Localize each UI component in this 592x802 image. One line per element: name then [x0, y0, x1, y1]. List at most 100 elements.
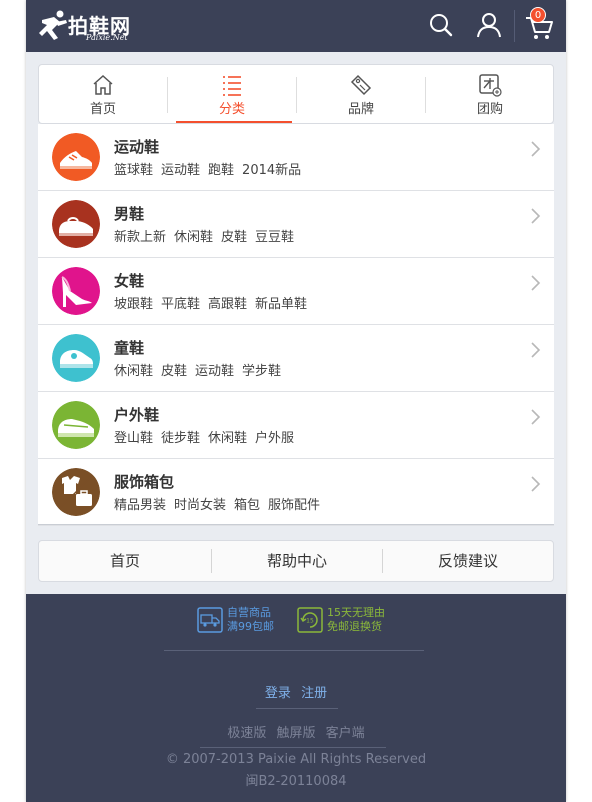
subcategory-link[interactable]: 登山鞋 — [114, 431, 153, 446]
header-divider — [514, 10, 515, 42]
footer-divider — [200, 747, 386, 748]
tab-brand[interactable]: 品牌 — [297, 65, 425, 123]
tab-category-label: 分类 — [218, 102, 245, 117]
list-icon — [223, 76, 241, 96]
subcategory-link[interactable]: 皮鞋 — [161, 364, 187, 379]
app-frame: 拍鞋网 Paixie.Net 0 首页 分类 品牌 团购 运动鞋 篮球鞋 运动鞋… — [26, 0, 566, 802]
category-subs: 新款上新 休闲鞋 皮鞋 豆豆鞋 — [114, 226, 302, 245]
chevron-right-icon — [531, 275, 541, 291]
subcategory-link[interactable]: 休闲鞋 — [208, 431, 247, 446]
bottom-nav: 首页 帮助中心 反馈建议 — [38, 540, 554, 582]
category-name: 服饰箱包 — [114, 473, 175, 491]
logo-subtext: Paixie.Net — [86, 33, 128, 42]
category-subs: 精品男装 时尚女装 箱包 服饰配件 — [114, 494, 328, 513]
version-link-touch[interactable]: 触屏版 — [276, 726, 315, 741]
promo-free-return-text: 15天无理由 免邮退换货 — [327, 606, 385, 634]
version-link-fast[interactable]: 极速版 — [227, 726, 266, 741]
promo-line: 15天无理由 — [327, 606, 385, 619]
user-icon[interactable] — [474, 10, 504, 40]
footer-divider — [256, 708, 338, 709]
runner-logo-icon — [39, 10, 67, 40]
promo-free-shipping-text: 自营商品 满99包邮 — [227, 606, 274, 634]
tab-group-buy-label: 团购 — [476, 102, 503, 117]
subcategory-link[interactable]: 新品单鞋 — [255, 297, 307, 312]
category-item-outdoor[interactable]: 户外鞋 登山鞋 徒步鞋 休闲鞋 户外服 — [38, 392, 554, 459]
subcategory-link[interactable]: 皮鞋 — [221, 230, 247, 245]
tab-home[interactable]: 首页 — [39, 65, 167, 123]
version-link-app[interactable]: 客户端 — [326, 726, 365, 741]
bottom-link-help[interactable]: 帮助中心 — [211, 541, 383, 581]
chevron-right-icon — [531, 342, 541, 358]
top-header: 拍鞋网 Paixie.Net 0 — [26, 0, 566, 52]
subcategory-link[interactable]: 徒步鞋 — [161, 431, 200, 446]
category-item-sports[interactable]: 运动鞋 篮球鞋 运动鞋 跑鞋 2014新品 — [38, 124, 554, 191]
tab-home-label: 首页 — [89, 102, 116, 117]
subcategory-link[interactable]: 跑鞋 — [208, 163, 234, 178]
category-list: 运动鞋 篮球鞋运动鞋跑鞋2014新品 男鞋 新款上新休闲鞋皮鞋豆豆鞋 — [38, 124, 554, 526]
category-nav: 首页 分类 品牌 团购 — [38, 64, 554, 124]
subcategory-link[interactable]: 运动鞋 — [195, 364, 234, 379]
subcategory-link[interactable]: 篮球鞋 — [114, 163, 153, 178]
tab-brand-label: 品牌 — [347, 102, 374, 117]
subcategory-link[interactable]: 2014新品 — [242, 163, 301, 178]
subcategory-link[interactable]: 新款上新 — [114, 230, 166, 245]
logo[interactable]: 拍鞋网 Paixie.Net — [38, 8, 148, 44]
category-name: 女鞋 — [114, 272, 145, 290]
category-subs: 坡跟鞋 平底鞋 高跟鞋 新品单鞋 — [114, 293, 315, 312]
category-item-kids[interactable]: 童鞋 休闲鞋 皮鞋 运动鞋 学步鞋 — [38, 325, 554, 392]
subcategory-link[interactable]: 箱包 — [234, 498, 260, 513]
register-link[interactable]: 注册 — [301, 686, 327, 701]
chevron-right-icon — [531, 476, 541, 492]
kids-shoe-icon — [52, 334, 100, 382]
return-icon: 15 — [297, 607, 323, 633]
tab-category[interactable]: 分类 — [168, 65, 296, 123]
chevron-right-icon — [531, 409, 541, 425]
category-item-men[interactable]: 男鞋 新款上新 休闲鞋 皮鞋 豆豆鞋 — [38, 191, 554, 258]
truck-icon — [197, 607, 223, 633]
version-links: 极速版 触屏版 客户端 — [26, 722, 566, 741]
category-name: 运动鞋 — [114, 138, 160, 156]
bottom-link-home[interactable]: 首页 — [39, 541, 211, 581]
men-shoe-icon — [52, 200, 100, 248]
category-name: 童鞋 — [114, 339, 145, 357]
category-item-women[interactable]: 女鞋 坡跟鞋 平底鞋 高跟鞋 新品单鞋 — [38, 258, 554, 325]
subcategory-link[interactable]: 休闲鞋 — [174, 230, 213, 245]
group-buy-icon — [479, 74, 502, 97]
category-item-apparel-bags[interactable]: 服饰箱包 精品男装 时尚女装 箱包 服饰配件 — [38, 459, 554, 526]
chevron-right-icon — [531, 141, 541, 157]
footer: 自营商品 满99包邮 15 15天无理由 免邮退换货 登录 注册 极速版 触屏版 — [26, 594, 566, 802]
subcategory-link[interactable]: 服饰配件 — [268, 498, 320, 513]
search-icon[interactable] — [426, 10, 456, 40]
chevron-right-icon — [531, 208, 541, 224]
login-link[interactable]: 登录 — [265, 686, 291, 701]
subcategory-link[interactable]: 运动鞋 — [161, 163, 200, 178]
category-name: 户外鞋 — [114, 406, 160, 424]
subcategory-link[interactable]: 坡跟鞋 — [114, 297, 153, 312]
promo-line: 免邮退换货 — [327, 620, 382, 633]
subcategory-link[interactable]: 学步鞋 — [242, 364, 281, 379]
home-icon — [93, 74, 113, 95]
subcategory-link[interactable]: 时尚女装 — [174, 498, 226, 513]
subcategory-link[interactable]: 平底鞋 — [161, 297, 200, 312]
subcategory-link[interactable]: 豆豆鞋 — [255, 230, 294, 245]
tag-icon — [350, 74, 372, 96]
svg-text:15: 15 — [306, 618, 314, 625]
promo-line: 满99包邮 — [227, 620, 274, 633]
icp-number: 闽B2-20110084 — [245, 774, 347, 789]
sports-shoe-icon — [52, 133, 100, 181]
category-subs: 休闲鞋 皮鞋 运动鞋 学步鞋 — [114, 360, 289, 379]
footer-divider — [164, 650, 424, 651]
apparel-bag-icon — [52, 468, 100, 516]
high-heel-icon — [52, 267, 100, 315]
tab-group-buy[interactable]: 团购 — [426, 65, 554, 123]
subcategory-link[interactable]: 精品男装 — [114, 498, 166, 513]
bottom-link-feedback[interactable]: 反馈建议 — [382, 541, 554, 581]
promo-line: 自营商品 — [227, 606, 271, 619]
category-subs: 篮球鞋 运动鞋 跑鞋 2014新品 — [114, 159, 309, 178]
subcategory-link[interactable]: 休闲鞋 — [114, 364, 153, 379]
category-subs: 登山鞋 徒步鞋 休闲鞋 户外服 — [114, 427, 302, 446]
subcategory-link[interactable]: 户外服 — [255, 431, 294, 446]
subcategory-link[interactable]: 高跟鞋 — [208, 297, 247, 312]
category-name: 男鞋 — [114, 205, 145, 223]
cart-count-badge: 0 — [530, 7, 546, 23]
